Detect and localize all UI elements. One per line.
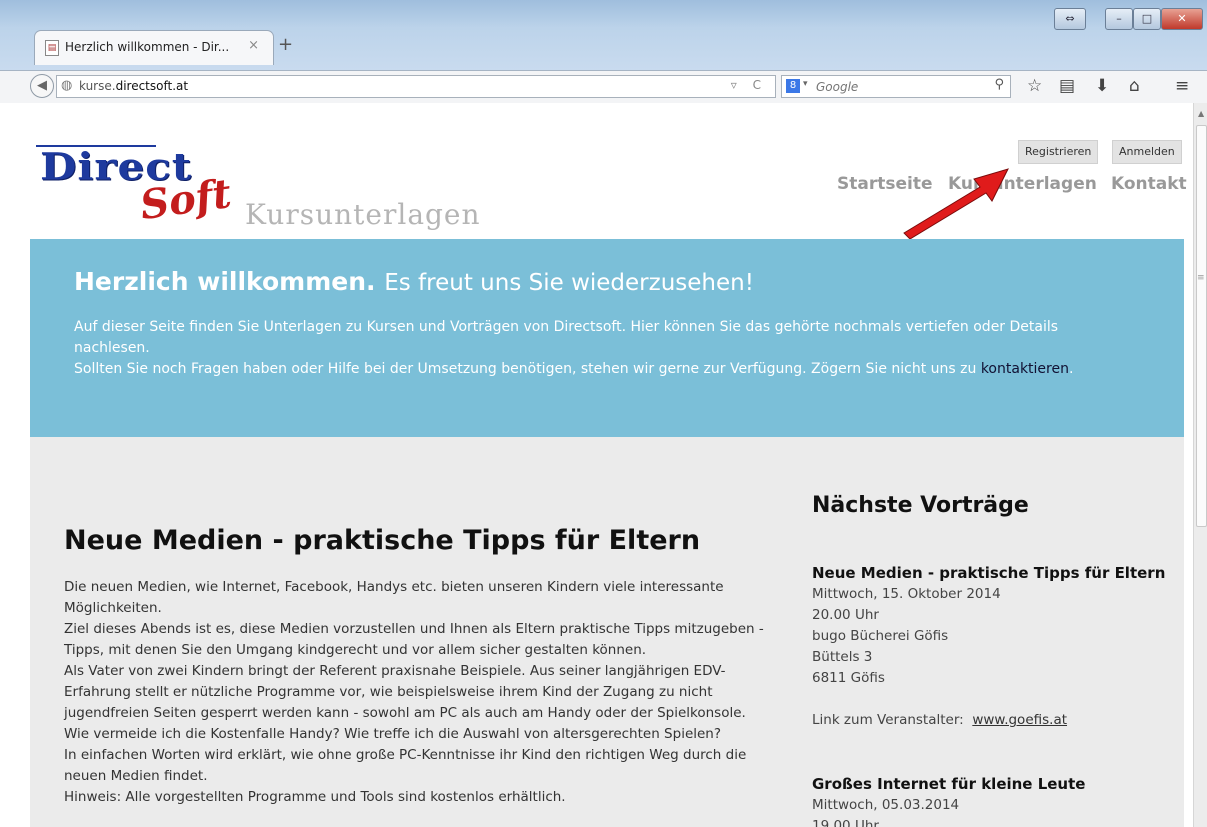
event-item: Großes Internet für kleine Leute Mittwoc…: [812, 774, 1182, 827]
login-button[interactable]: Anmelden: [1112, 140, 1182, 164]
close-window-button[interactable]: ✕: [1161, 8, 1203, 30]
new-tab-button[interactable]: +: [278, 34, 293, 55]
restore-tabs-icon[interactable]: ⇔: [1054, 8, 1086, 30]
page-favicon-icon: ▤: [45, 40, 59, 56]
browser-tab[interactable]: ▤ Herzlich willkommen - Dir... ×: [34, 30, 274, 65]
google-engine-icon[interactable]: 8: [786, 79, 800, 93]
welcome-paragraph-2: Sollten Sie noch Fragen haben oder Hilfe…: [74, 361, 1074, 377]
maximize-button[interactable]: □: [1133, 8, 1161, 30]
register-button[interactable]: Registrieren: [1018, 140, 1099, 164]
home-icon[interactable]: ⌂: [1129, 76, 1140, 96]
event-link-label: Link zum Veranstalter:: [812, 712, 964, 728]
event-time: 20.00 Uhr: [812, 607, 879, 623]
address-bar[interactable]: ◍ kurse.directsoft.at ▿ C: [56, 75, 776, 98]
web-page: Direct Soft Kursunterlagen Registrieren …: [0, 103, 1193, 827]
welcome-heading: Herzlich willkommen. Es freut uns Sie wi…: [74, 267, 754, 296]
site-subtitle: Kursunterlagen: [245, 198, 481, 231]
menu-icon[interactable]: ≡: [1175, 76, 1189, 96]
event-item: Neue Medien - praktische Tipps für Elter…: [812, 563, 1182, 731]
content-area: Neue Medien - praktische Tipps für Elter…: [30, 437, 1184, 827]
event-date: Mittwoch, 05.03.2014: [812, 797, 960, 813]
welcome-heading-bold: Herzlich willkommen.: [74, 267, 376, 296]
tab-close-icon[interactable]: ×: [248, 38, 259, 53]
search-input[interactable]: [814, 77, 978, 96]
search-bar[interactable]: 8 ▾ ⚲: [781, 75, 1011, 98]
upcoming-talks-title: Nächste Vorträge: [812, 493, 1029, 518]
welcome-paragraph-1: Auf dieser Seite finden Sie Unterlagen z…: [74, 319, 1059, 356]
article-line: Hinweis: Alle vorgestellten Programme un…: [64, 789, 566, 805]
reload-icon[interactable]: ▿ C: [731, 78, 767, 92]
article-line: Wie vermeide ich die Kostenfalle Handy? …: [64, 726, 722, 742]
article-line: Als Vater von zwei Kindern bringt der Re…: [64, 663, 746, 721]
event-date: Mittwoch, 15. Oktober 2014: [812, 586, 1001, 602]
event-title: Neue Medien - praktische Tipps für Elter…: [812, 564, 1166, 582]
tab-title: Herzlich willkommen - Dir...: [65, 40, 230, 54]
event-title: Großes Internet für kleine Leute: [812, 775, 1086, 793]
back-arrow-icon[interactable]: ◀: [30, 74, 54, 98]
scroll-up-icon[interactable]: ▲: [1198, 109, 1204, 118]
vertical-scrollbar[interactable]: ▲ ≡: [1193, 103, 1207, 827]
red-annotation-arrow-icon: [903, 168, 1009, 240]
welcome-heading-rest: Es freut uns Sie wiederzusehen!: [384, 270, 754, 296]
event-link-row: Link zum Veranstalter: www.goefis.at: [812, 710, 1182, 731]
url-text[interactable]: kurse.directsoft.at: [79, 79, 188, 93]
event-street: Büttels 3: [812, 649, 873, 665]
nav-kontakt[interactable]: Kontakt: [1111, 174, 1187, 194]
chevron-down-icon[interactable]: ▾: [803, 79, 808, 89]
article-line: Die neuen Medien, wie Internet, Facebook…: [64, 579, 724, 616]
contact-link[interactable]: kontaktieren: [981, 361, 1069, 377]
scrollbar-grip-icon: ≡: [1197, 273, 1205, 283]
download-icon[interactable]: ⬇: [1095, 76, 1109, 96]
article-body: Die neuen Medien, wie Internet, Facebook…: [64, 577, 764, 808]
scrollbar-thumb[interactable]: [1196, 125, 1207, 527]
event-city: 6811 Göfis: [812, 670, 885, 686]
search-icon[interactable]: ⚲: [994, 77, 1004, 92]
directsoft-logo[interactable]: Direct Soft: [36, 138, 246, 233]
globe-icon: ◍: [61, 78, 73, 93]
event-time: 19.00 Uhr: [812, 818, 879, 827]
organizer-link[interactable]: www.goefis.at: [972, 712, 1067, 728]
event-venue: bugo Bücherei Göfis: [812, 628, 949, 644]
event-spacer: [812, 689, 1182, 710]
welcome-banner: Herzlich willkommen. Es freut uns Sie wi…: [30, 239, 1184, 437]
bookmarks-list-icon[interactable]: ▤: [1059, 76, 1075, 96]
article-line: In einfachen Worten wird erklärt, wie oh…: [64, 747, 747, 784]
article-title: Neue Medien - praktische Tipps für Elter…: [64, 525, 701, 556]
window-titlebar: ▤ Herzlich willkommen - Dir... × + ⇔ – □…: [0, 0, 1207, 70]
article-line: Ziel dieses Abends ist es, diese Medien …: [64, 621, 764, 658]
bookmark-star-icon[interactable]: ☆: [1027, 76, 1042, 96]
minimize-button[interactable]: –: [1105, 8, 1133, 30]
